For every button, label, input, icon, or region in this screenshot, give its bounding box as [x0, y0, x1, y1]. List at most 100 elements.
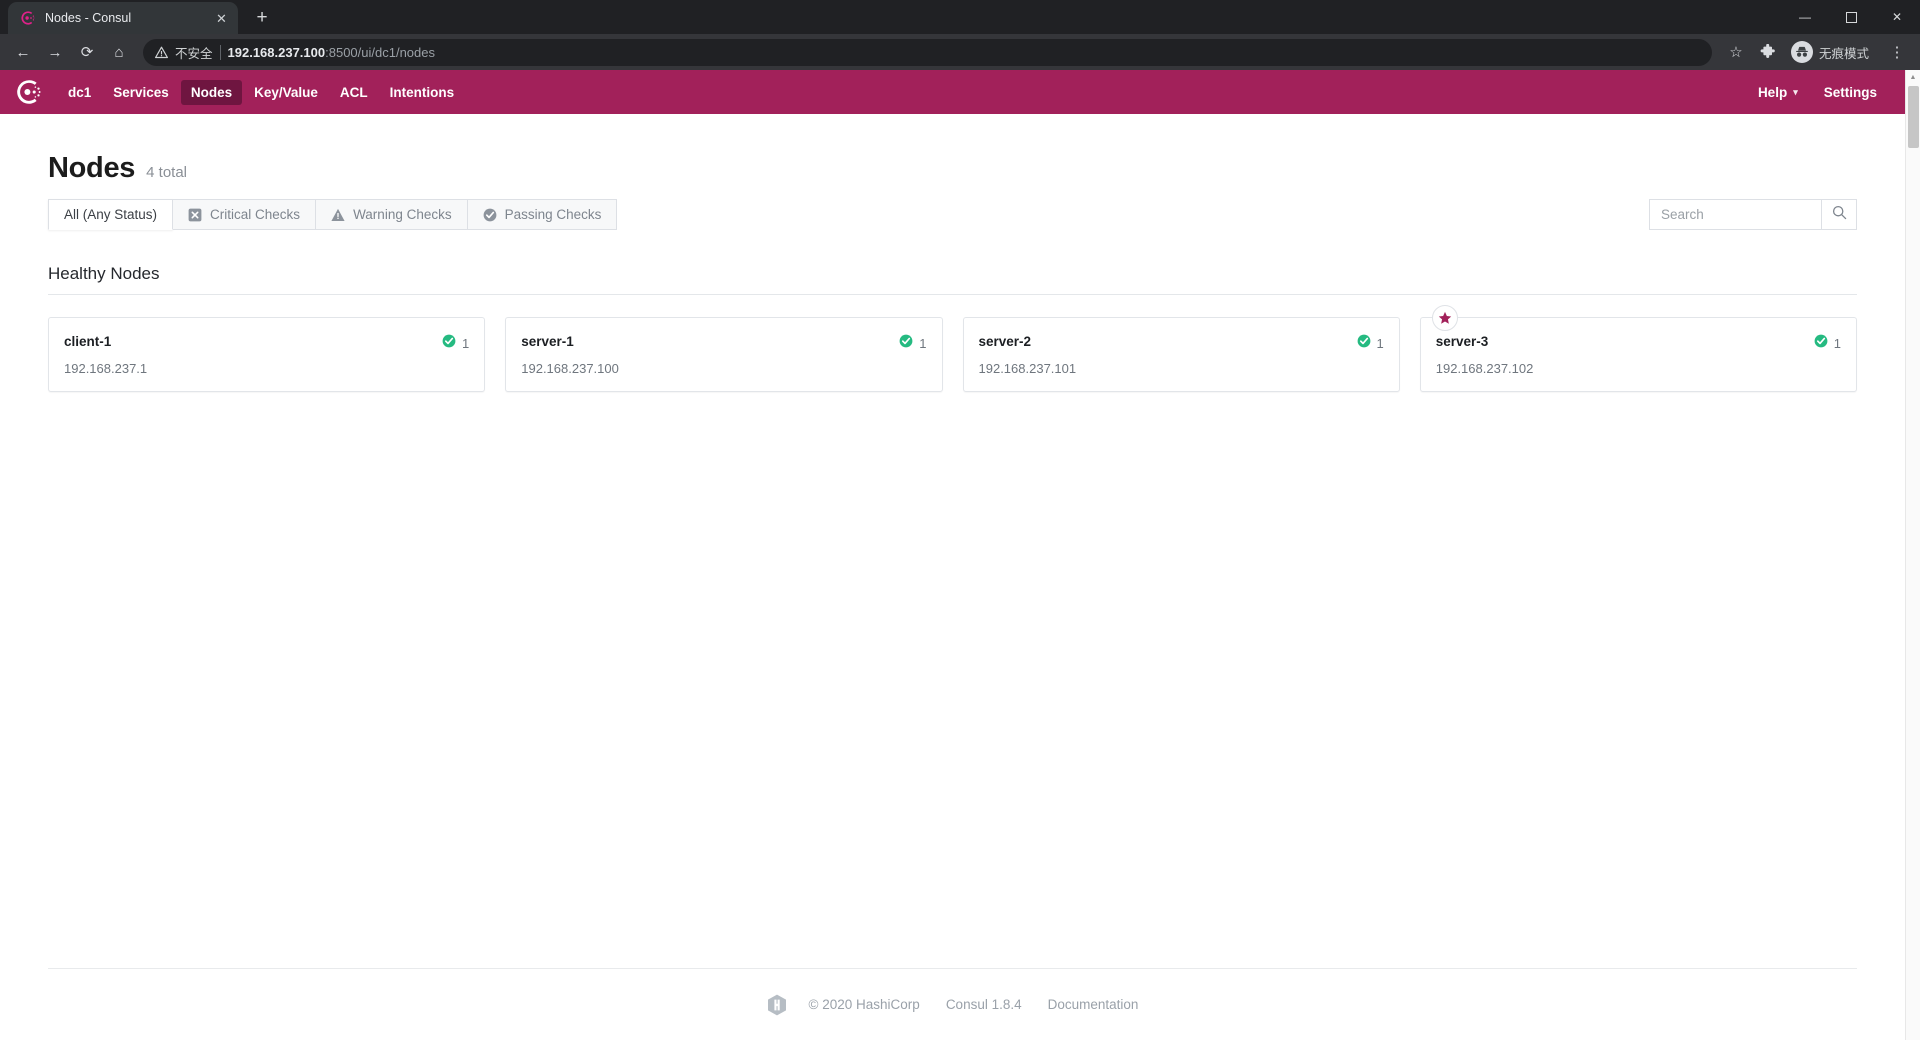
node-address: 192.168.237.100 [521, 361, 619, 376]
incognito-label: 无痕模式 [1818, 46, 1869, 61]
section-divider [48, 294, 1857, 295]
nav-item-services[interactable]: Services [103, 80, 179, 105]
window-controls: — ✕ [1782, 0, 1920, 34]
node-name: server-2 [978, 334, 1032, 349]
node-card[interactable]: server-2 1 192.168.237.101 [962, 317, 1400, 392]
new-tab-button[interactable]: + [248, 3, 276, 31]
leader-star-icon [1431, 305, 1458, 331]
node-card-leader[interactable]: server-3 1 192.168.237.102 [1419, 305, 1857, 392]
filter-tab-all[interactable]: All (Any Status) [48, 199, 174, 230]
page-footer: © 2020 HashiCorp Consul 1.8.4 Documentat… [48, 968, 1857, 1040]
window-close-button[interactable]: ✕ [1874, 0, 1920, 34]
node-address: 192.168.237.1 [64, 361, 148, 376]
node-health: 1 [442, 334, 469, 353]
extensions-puzzle-icon[interactable] [1753, 37, 1783, 67]
consul-favicon-icon [20, 10, 36, 26]
node-name: server-1 [521, 334, 574, 349]
search-icon [1832, 205, 1847, 225]
filter-tab-critical[interactable]: Critical Checks [173, 199, 317, 230]
browser-menu-icon[interactable]: ⋮ [1882, 37, 1912, 67]
node-card[interactable]: server-1 1 192.168.237.100 [505, 317, 943, 392]
browser-tab[interactable]: Nodes - Consul ✕ [8, 2, 238, 34]
node-health: 1 [899, 334, 927, 353]
filter-tab-passing[interactable]: Passing Checks [467, 199, 618, 230]
node-health: 1 [1357, 334, 1384, 353]
address-bar-url: 192.168.237.100:8500/ui/dc1/nodes [228, 45, 435, 60]
browser-toolbar: ← → ⟳ ⌂ 不安全 192.168.237.100:8500/ui/dc1/… [0, 34, 1920, 70]
node-health: 1 [1814, 334, 1841, 353]
search-input[interactable] [1649, 199, 1821, 230]
incognito-indicator[interactable]: 无痕模式 [1787, 39, 1880, 66]
status-filter-tabs: All (Any Status) Critical Checks Warning… [48, 199, 618, 230]
node-total-count: 4 total [146, 164, 188, 181]
node-card[interactable]: client-1 1 192.168.237.1 [48, 317, 486, 392]
filter-tab-passing-label: Passing Checks [504, 207, 602, 222]
filter-tab-warning-label: Warning Checks [353, 207, 452, 222]
node-card-list: client-1 1 192.168.237.1 server-1 1 192.… [48, 305, 1857, 392]
scrollbar-up-arrow[interactable]: ▲ [1906, 70, 1920, 85]
footer-version: Consul 1.8.4 [945, 997, 1022, 1012]
node-address: 192.168.237.102 [1435, 361, 1534, 376]
passing-status-icon [899, 334, 913, 353]
browser-tabstrip: Nodes - Consul ✕ + — ✕ [0, 0, 1920, 34]
node-name: client-1 [64, 334, 112, 349]
node-check-count: 1 [1833, 336, 1841, 351]
page-scrollbar[interactable]: ▲ [1905, 70, 1920, 1040]
page-header: Nodes 4 total [48, 114, 1857, 199]
node-address: 192.168.237.101 [978, 361, 1077, 376]
not-secure-warning-icon [155, 46, 168, 59]
window-minimize-button[interactable]: — [1782, 0, 1828, 34]
nav-item-help[interactable]: Help ▾ [1748, 80, 1808, 105]
address-bar-divider [219, 44, 221, 60]
node-card-header: server-3 1 [1436, 334, 1841, 353]
passing-status-icon [1814, 334, 1828, 353]
consul-navbar: dc1 Services Nodes Key/Value ACL Intenti… [0, 70, 1905, 114]
filter-tab-all-label: All (Any Status) [64, 207, 158, 222]
search-box [1649, 199, 1857, 230]
address-bar[interactable]: 不安全 192.168.237.100:8500/ui/dc1/nodes [143, 38, 1712, 66]
node-card-header: client-1 1 [64, 334, 469, 353]
home-icon[interactable]: ⌂ [104, 37, 134, 67]
footer-copyright: © 2020 HashiCorp [808, 997, 920, 1012]
filter-tab-critical-label: Critical Checks [210, 207, 301, 222]
node-check-count: 1 [462, 336, 470, 351]
reload-icon[interactable]: ⟳ [72, 37, 102, 67]
node-card-header: server-1 1 [521, 334, 926, 353]
forward-icon[interactable]: → [40, 37, 70, 67]
nav-item-intentions[interactable]: Intentions [380, 80, 465, 105]
footer-documentation-link[interactable]: Documentation [1048, 997, 1139, 1012]
window-maximize-button[interactable] [1828, 0, 1874, 34]
search-button[interactable] [1821, 199, 1857, 230]
passing-check-icon [483, 208, 497, 222]
critical-x-icon [188, 208, 202, 222]
page-viewport: dc1 Services Nodes Key/Value ACL Intenti… [0, 70, 1920, 1040]
chevron-down-icon: ▾ [1793, 86, 1798, 97]
nav-item-key-value[interactable]: Key/Value [244, 80, 328, 105]
main-content: Nodes 4 total All (Any Status) Critical … [0, 114, 1905, 968]
filter-bar: All (Any Status) Critical Checks Warning… [48, 199, 1857, 230]
tab-close-icon[interactable]: ✕ [213, 10, 230, 27]
consul-logo-icon[interactable] [14, 77, 44, 107]
incognito-icon [1790, 41, 1813, 63]
nav-item-nodes[interactable]: Nodes [180, 79, 243, 105]
nav-item-settings[interactable]: Settings [1814, 80, 1887, 105]
scrollbar-thumb[interactable] [1908, 86, 1919, 148]
nav-item-acl[interactable]: ACL [330, 80, 378, 105]
passing-status-icon [442, 334, 456, 353]
node-name: server-3 [1435, 334, 1489, 349]
node-check-count: 1 [1376, 336, 1384, 351]
consul-nav-right: Help ▾ Settings [1748, 80, 1887, 105]
nav-item-help-label: Help [1757, 84, 1788, 100]
warning-triangle-icon [331, 208, 345, 222]
bookmark-star-icon[interactable]: ☆ [1721, 37, 1751, 67]
back-icon[interactable]: ← [8, 37, 38, 67]
hashicorp-logo-icon [767, 994, 787, 1016]
filter-tab-warning[interactable]: Warning Checks [316, 199, 468, 230]
passing-status-icon [1357, 334, 1371, 353]
nav-item-dc1[interactable]: dc1 [58, 80, 101, 105]
url-host: 192.168.237.100 [227, 44, 326, 60]
url-path: :8500/ui/dc1/nodes [325, 44, 435, 60]
consul-nav-items: dc1 Services Nodes Key/Value ACL Intenti… [58, 79, 465, 105]
node-card-header: server-2 1 [979, 334, 1384, 353]
